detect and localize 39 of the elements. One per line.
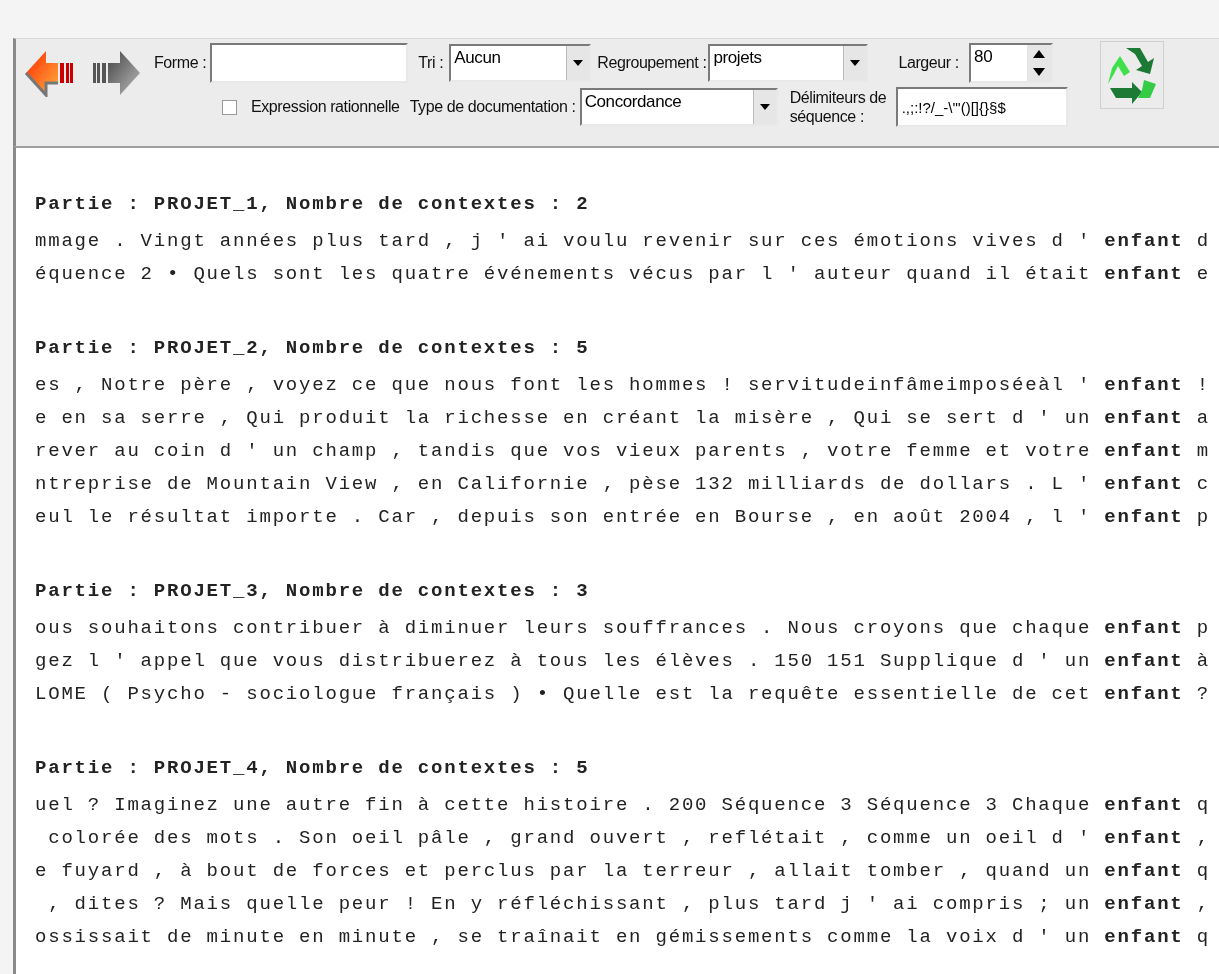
dropdown-caret-icon[interactable] — [566, 46, 590, 80]
dropdown-caret-icon[interactable] — [752, 90, 776, 124]
concordance-line: eul le résultat importe . Car , depuis son entrée en Bourse , en août 2004 , l ' enfant p — [35, 505, 1211, 530]
forward-arrow-icon[interactable] — [92, 49, 142, 97]
documentation-type-dropdown[interactable]: Concordance — [579, 88, 778, 126]
concordance-line: es , Notre père , voyez ce que nous font les hommes ! servitudeinfâmeimposéeàl ' enfant ! — [35, 373, 1211, 398]
section-header: Partie : PROJET_3, Nombre de contextes : 3 — [35, 579, 591, 604]
delimiters-input-field[interactable]: .,;:!?/_-\'"()[]{}§$ — [895, 87, 1068, 127]
concordance-line: ous souhaitons contribuer à diminuer leurs souffrances . Nous croyons que chaque enfant p — [35, 616, 1211, 641]
concordance-line: colorée des mots . Son oeil pâle , grand ouvert , reflétait , comme un oeil d ' enfant , — [47, 826, 1211, 851]
concordance-line: uel ? Imaginez une autre fin à cette histoire . 200 Séquence 3 Séquence 3 Chaque enfant q — [35, 793, 1211, 818]
field-label: Regroupement : — [597, 54, 707, 72]
grouping-dropdown[interactable]: projets — [708, 44, 869, 82]
concordance-line: gez l ' appel que vous distribuerez à tous les élèves . 150 151 Supplique d ' un enfant à — [35, 649, 1211, 674]
field-label: Délimiteurs de séquence : — [789, 88, 888, 126]
section-header: Partie : PROJET_2, Nombre de contextes : 5 — [35, 336, 591, 361]
concordance-line: e en sa serre , Qui produit la richesse en créant la misère , Qui se sert d ' un enfant a — [35, 406, 1211, 431]
width-spinner[interactable]: 80 — [968, 43, 1053, 83]
refresh-button[interactable] — [1099, 41, 1164, 109]
field-label: Expression rationnelle — [251, 98, 400, 116]
concordance-line: e fuyard , à bout de forces et perclus par la terreur , allait tomber , quand un enfant q — [35, 859, 1211, 884]
concordance-line: mmage . Vingt années plus tard , j ' ai voulu revenir sur ces émotions vives d ' enfant d — [35, 229, 1211, 254]
field-label: Type de documentation : — [409, 98, 576, 116]
field-label: Largeur : — [898, 54, 959, 72]
regex-checkbox[interactable] — [222, 99, 237, 115]
concordance-line: LOME ( Psycho - sociologue français ) • Quelle est la requête essentielle de cet enfant ? — [35, 682, 1211, 707]
concordance-line: rever au coin d ' un champ , tandis que vos vieux parents , votre femme et votre enfant m — [35, 439, 1211, 464]
dropdown-caret-icon[interactable] — [843, 46, 867, 80]
concordance-line: équence 2 • Quels sont les quatre événements vécus par l ' auteur quand il était enfant e — [35, 262, 1211, 287]
concordance-line: ossissait de minute en minute , se traînait en gémissements comme la voix d ' un enfant q — [35, 925, 1211, 950]
back-arrow-icon[interactable] — [24, 49, 74, 97]
sort-dropdown[interactable]: Aucun — [449, 44, 592, 82]
field-label: Forme : — [154, 54, 207, 72]
concordance-line: , dites ? Mais quelle peur ! En y réfléchissant , plus tard j ' ai compris ; un enfant , — [47, 892, 1211, 917]
concordance-line: ntreprise de Mountain View , en Californie , pèse 132 milliards de dollars . L ' enfant c — [35, 472, 1211, 497]
field-label: Tri : — [418, 54, 444, 72]
section-header: Partie : PROJET_1, Nombre de contextes : 2 — [35, 192, 591, 217]
forme-input-field[interactable] — [210, 43, 409, 83]
section-header: Partie : PROJET_4, Nombre de contextes : 5 — [35, 756, 591, 781]
